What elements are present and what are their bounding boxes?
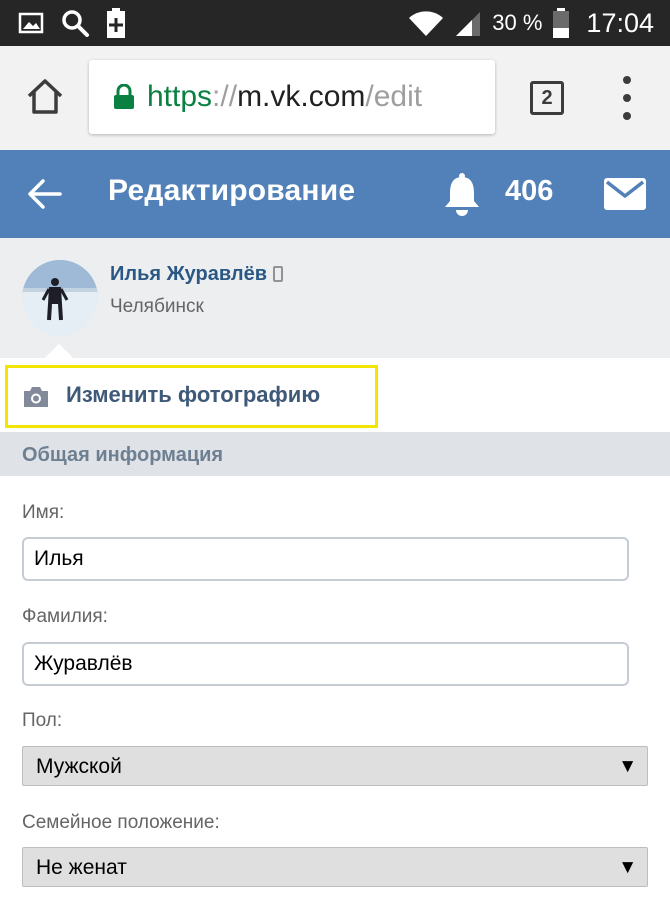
bell-icon[interactable] (442, 172, 482, 216)
dropdown-arrow-icon: ▼ (618, 756, 637, 777)
profile-name-text: Илья Журавлёв (110, 263, 268, 285)
url-host: m.vk.com (237, 80, 366, 113)
lock-icon (114, 84, 134, 109)
change-photo-label[interactable]: Изменить фотографию (66, 382, 320, 408)
section-title: Общая информация (22, 444, 224, 466)
last-name-field[interactable] (22, 642, 629, 686)
url-separator: :// (212, 80, 238, 113)
section-header: Общая информация (0, 432, 670, 476)
relationship-label: Семейное положение: (22, 812, 220, 833)
battery-icon (553, 8, 570, 38)
avatar-photo (22, 260, 98, 336)
notification-count[interactable]: 406 (505, 175, 553, 208)
tab-switcher-button[interactable]: 2 (530, 81, 564, 115)
battery-saver-icon (107, 8, 125, 38)
url-scheme: https (147, 80, 213, 113)
overflow-menu-icon[interactable] (618, 76, 636, 120)
url-path: /edit (365, 80, 423, 113)
dropdown-arrow-icon: ▼ (618, 857, 637, 878)
address-bar[interactable]: https://m.vk.com/edit (89, 60, 495, 134)
camera-icon (24, 387, 48, 407)
last-name-label: Фамилия: (22, 606, 108, 627)
search-icon (62, 10, 89, 37)
profile-name[interactable]: Илья Журавлёв (110, 263, 284, 286)
home-icon[interactable] (24, 76, 66, 118)
url-text: https://m.vk.com/edit (147, 80, 422, 114)
profile-card: Илья Журавлёв Челябинск (0, 238, 670, 358)
browser-toolbar: https://m.vk.com/edit 2 (0, 46, 670, 150)
image-icon (18, 12, 44, 34)
gender-select[interactable]: Мужской ▼ (22, 746, 648, 786)
clock: 17:04 (586, 7, 654, 38)
relationship-select-value: Не женат (36, 856, 127, 879)
wifi-icon (409, 11, 444, 36)
mobile-icon (273, 266, 284, 282)
relationship-select[interactable]: Не женат ▼ (22, 847, 648, 887)
mail-icon[interactable] (604, 178, 646, 210)
profile-city: Челябинск (110, 296, 204, 317)
first-name-field[interactable] (22, 537, 629, 581)
tab-count: 2 (541, 86, 553, 109)
back-arrow-icon[interactable] (24, 174, 64, 214)
signal-icon (456, 12, 481, 36)
gender-label: Пол: (22, 710, 63, 731)
battery-percent: 30 % (492, 10, 543, 35)
page-title: Редактирование (108, 174, 356, 207)
app-header: Редактирование 406 (0, 150, 670, 238)
first-name-label: Имя: (22, 502, 65, 523)
gender-select-value: Мужской (36, 755, 122, 778)
change-photo-row[interactable]: Изменить фотографию (0, 358, 670, 432)
avatar[interactable] (22, 260, 98, 336)
status-bar: 30 % 17:04 (0, 0, 670, 46)
